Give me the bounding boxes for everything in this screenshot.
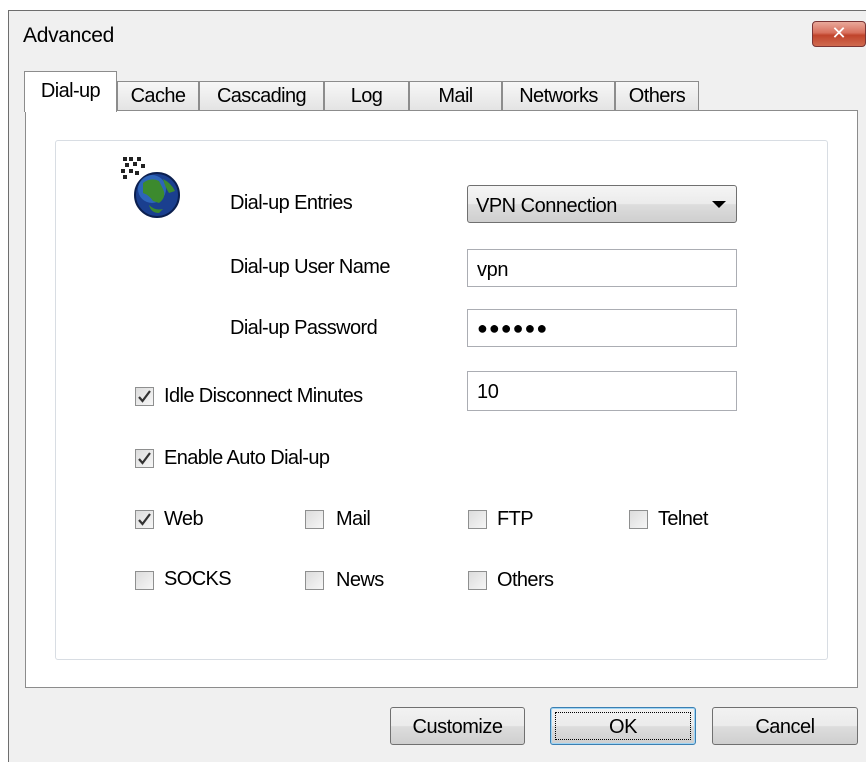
socks-checkbox[interactable] — [135, 571, 154, 590]
checkmark-icon — [138, 452, 151, 465]
tab-label: Cache — [130, 85, 186, 107]
focus-rectangle — [555, 712, 691, 740]
dialup-globe-icon — [119, 153, 189, 223]
tab-label: Cascading — [216, 85, 307, 107]
tab-label: Log — [350, 85, 383, 107]
tab-dial-up[interactable]: Dial-up — [24, 71, 117, 112]
tab-others[interactable]: Others — [615, 81, 699, 111]
tab-label: Mail — [438, 85, 473, 107]
field-value: vpn — [477, 259, 509, 281]
telnet-checkbox[interactable] — [629, 510, 648, 529]
cancel-button[interactable]: Cancel — [712, 707, 858, 745]
tab-log[interactable]: Log — [324, 81, 409, 111]
field-value: ●●●●●● — [477, 318, 549, 338]
window-title: Advanced — [23, 24, 115, 47]
others-checkbox[interactable] — [468, 571, 487, 590]
ftp-checkbox[interactable] — [468, 510, 487, 529]
tab-mail[interactable]: Mail — [409, 81, 502, 111]
dial-up-entries-label: Dial-up Entries — [230, 192, 353, 214]
dial-up-user-name-field[interactable]: vpn — [467, 249, 737, 287]
dial-up-user-name-label: Dial-up User Name — [230, 256, 390, 278]
idle-disconnect-minutes-field[interactable]: 10 — [467, 371, 737, 411]
customize-button[interactable]: Customize — [390, 707, 525, 745]
tab-cache[interactable]: Cache — [117, 81, 199, 111]
field-value: 10 — [477, 381, 499, 403]
dial-up-tab-panel: Dial-up Entries VPN Connection Dial-up U… — [25, 110, 858, 688]
news-checkbox[interactable] — [305, 571, 324, 590]
mail-label: Mail — [336, 508, 371, 530]
dial-up-settings-group: Dial-up Entries VPN Connection Dial-up U… — [55, 140, 828, 660]
checkmark-icon — [138, 513, 151, 526]
ftp-label: FTP — [497, 508, 534, 530]
chevron-down-icon — [712, 201, 726, 208]
dial-up-entries-dropdown[interactable]: VPN Connection — [467, 185, 737, 223]
enable-auto-dialup-label: Enable Auto Dial-up — [164, 447, 330, 469]
enable-auto-dialup-checkbox[interactable] — [135, 449, 154, 468]
tab-label: Dial-up — [40, 80, 101, 102]
ok-button[interactable]: OK — [550, 707, 696, 745]
idle-disconnect-label: Idle Disconnect Minutes — [164, 385, 363, 407]
close-icon: ✕ — [831, 23, 847, 43]
close-button[interactable]: ✕ — [812, 21, 866, 47]
dropdown-selected-value: VPN Connection — [476, 195, 617, 217]
mail-checkbox[interactable] — [305, 510, 324, 529]
socks-label: SOCKS — [164, 568, 232, 590]
web-checkbox[interactable] — [135, 510, 154, 529]
tab-networks[interactable]: Networks — [502, 81, 615, 111]
title-bar: Advanced ✕ — [9, 11, 866, 57]
others-label: Others — [497, 569, 554, 591]
button-label: Cancel — [755, 716, 815, 738]
news-label: News — [336, 569, 384, 591]
web-label: Web — [164, 508, 204, 530]
tab-label: Networks — [519, 85, 598, 107]
idle-disconnect-checkbox[interactable] — [135, 387, 154, 406]
telnet-label: Telnet — [658, 508, 708, 530]
dial-up-password-field[interactable]: ●●●●●● — [467, 309, 737, 347]
tab-cascading[interactable]: Cascading — [199, 81, 324, 111]
dial-up-password-label: Dial-up Password — [230, 317, 378, 339]
button-label: Customize — [412, 716, 503, 738]
advanced-dialog: Advanced ✕ Dial-up Cache Cascading Log M… — [8, 10, 866, 762]
tab-label: Others — [628, 85, 686, 107]
checkmark-icon — [138, 390, 151, 403]
